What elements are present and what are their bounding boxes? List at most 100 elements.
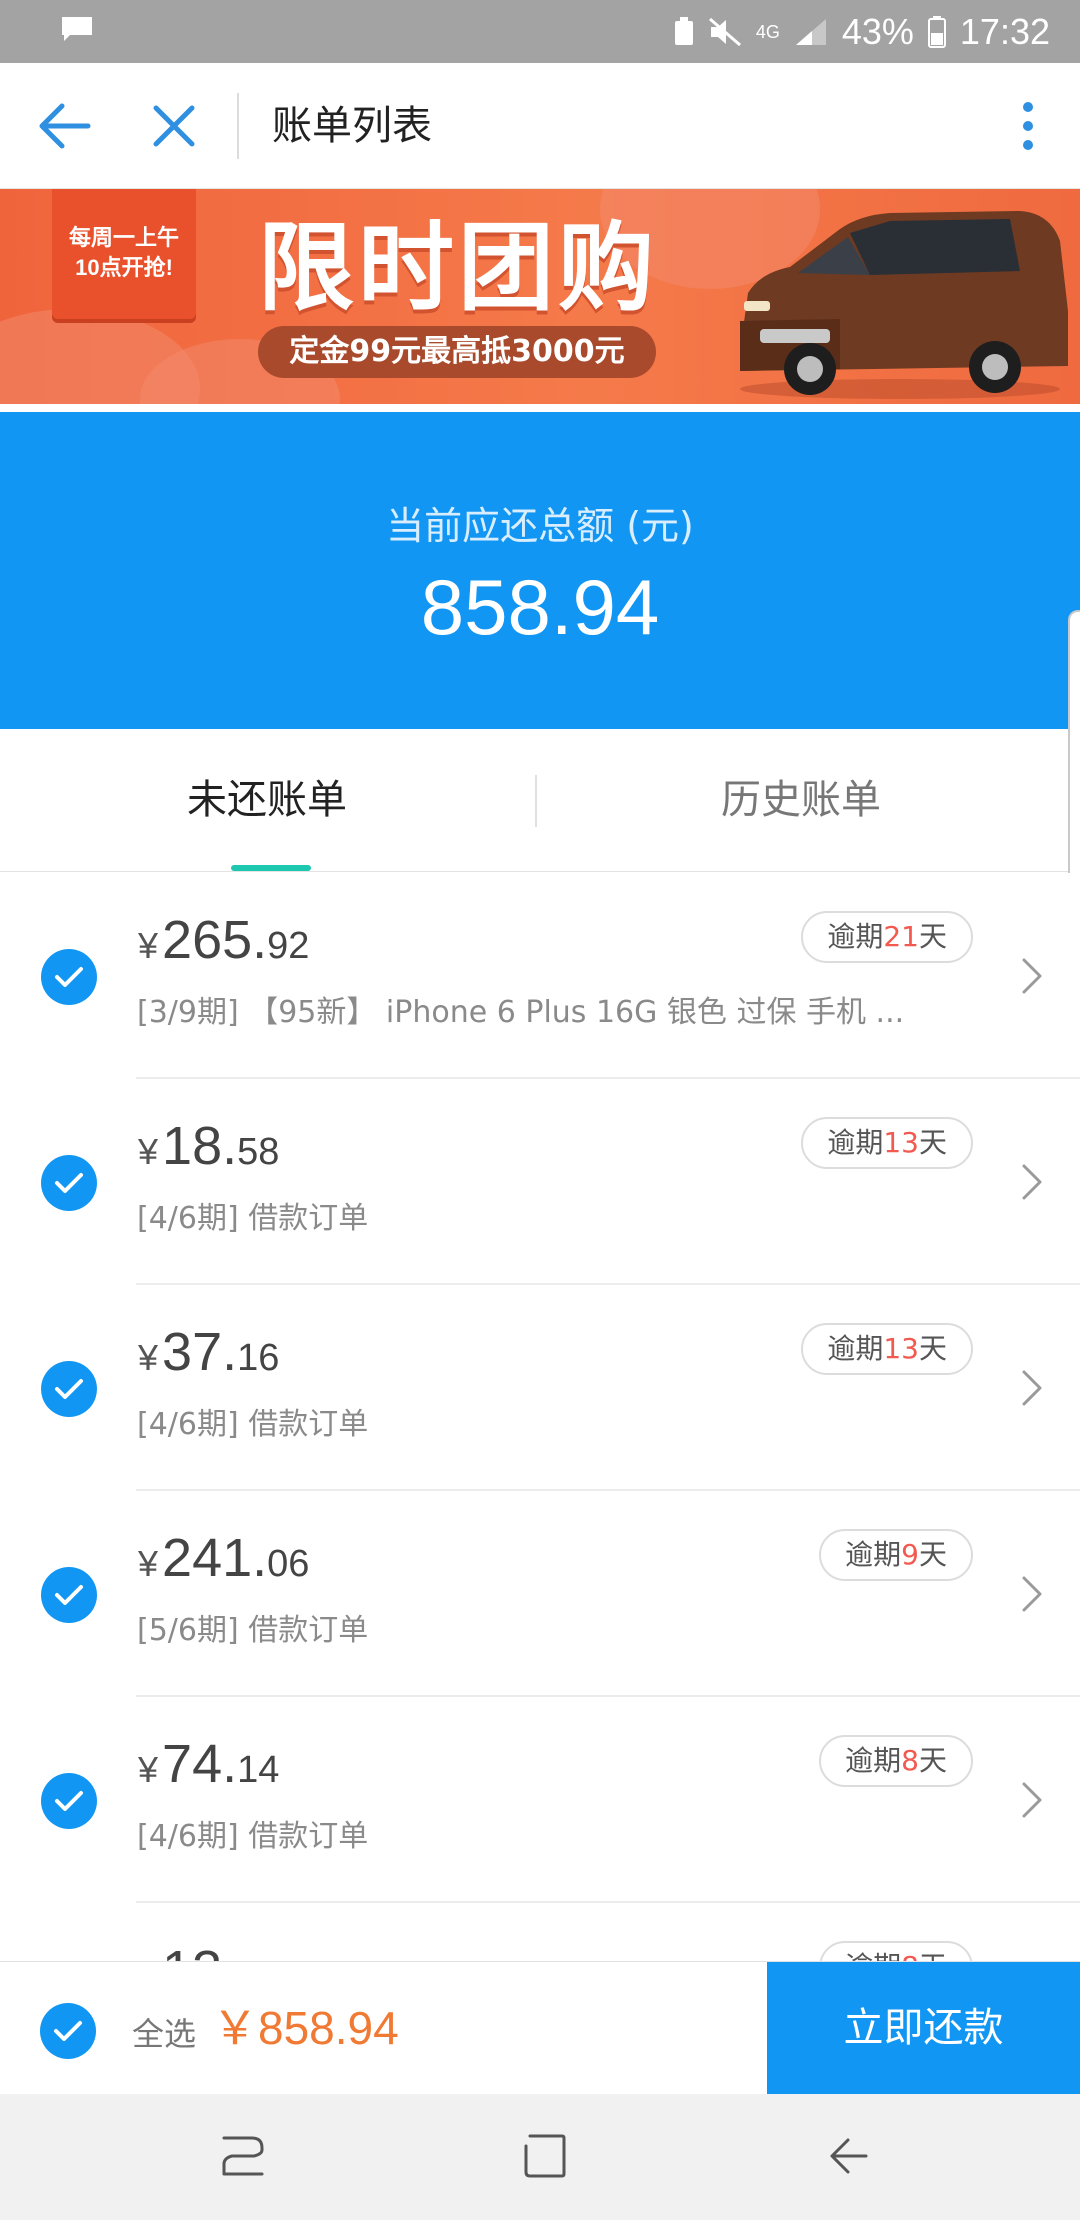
bill-amount: ¥74.14 xyxy=(138,1733,279,1795)
bill-description: [4/6期] 借款订单 xyxy=(137,1819,369,1854)
chevron-right-icon xyxy=(1022,1164,1042,1200)
bill-row[interactable]: ¥18.58 [4/6期] 借款订单 逾期13天 xyxy=(0,1079,1080,1285)
badge-suffix: 天 xyxy=(918,920,947,953)
battery-percent: 43% xyxy=(841,10,914,52)
bill-row[interactable]: ¥74.14 [4/6期] 借款订单 逾期8天 xyxy=(0,1697,1080,1903)
mute-icon xyxy=(708,17,741,46)
app-bar: 账单列表 xyxy=(0,63,1080,189)
badge-suffix: 天 xyxy=(918,1744,947,1777)
nav-back-icon[interactable] xyxy=(826,2132,872,2180)
back-arrow-icon[interactable] xyxy=(36,100,92,152)
chevron-right-icon xyxy=(1022,1782,1042,1818)
banner-tag: 每周一上午 10点开抢! xyxy=(52,189,196,319)
bill-amount: ¥13. xyxy=(138,1939,237,1961)
bill-row[interactable]: ¥241.06 [5/6期] 借款订单 逾期9天 xyxy=(0,1491,1080,1697)
banner-subtitle: 定金99元最高抵3000元 xyxy=(258,326,656,378)
amount-decimal: 16 xyxy=(237,1337,280,1379)
pay-now-button[interactable]: 立即还款 xyxy=(767,1962,1080,2095)
bill-amount: ¥241.06 xyxy=(138,1527,309,1589)
tab-history-bills[interactable]: 历史账单 xyxy=(534,729,1068,872)
amount-integer: 13. xyxy=(162,1940,237,1961)
bill-description: [3/9期] 【95新】 iPhone 6 Plus 16G 银色 过保 手机 … xyxy=(137,995,905,1030)
bill-row[interactable]: ¥265.92 [3/9期] 【95新】 iPhone 6 Plus 16G 银… xyxy=(0,873,1080,1079)
check-icon[interactable] xyxy=(41,1567,97,1623)
signal-icon xyxy=(795,18,826,45)
overdue-badge: 逾期21天 xyxy=(801,911,973,963)
check-icon[interactable] xyxy=(41,1773,97,1829)
bill-amount: ¥37.16 xyxy=(138,1321,279,1383)
select-all-check-icon[interactable] xyxy=(40,2003,96,2059)
amount-integer: 241. xyxy=(162,1528,268,1588)
status-icons: 4G 43% 17:32 xyxy=(674,0,1050,63)
badge-prefix: 逾期 xyxy=(845,1950,901,1961)
status-bar: 4G 43% 17:32 xyxy=(0,0,1080,63)
badge-days: 9 xyxy=(901,1538,919,1571)
bill-row[interactable]: ¥37.16 [4/6期] 借款订单 逾期13天 xyxy=(0,1285,1080,1491)
currency-symbol: ¥ xyxy=(138,1131,159,1172)
chevron-right-icon xyxy=(1022,1576,1042,1612)
badge-suffix: 天 xyxy=(918,1332,947,1365)
bill-list: ¥265.92 [3/9期] 【95新】 iPhone 6 Plus 16G 银… xyxy=(0,873,1080,1961)
amount-integer: 74. xyxy=(162,1734,238,1794)
badge-days: 8 xyxy=(901,1744,919,1777)
bill-amount: ¥18.58 xyxy=(138,1115,279,1177)
select-all-label[interactable]: 全选 xyxy=(132,2009,196,2055)
chevron-right-icon xyxy=(1022,1370,1042,1406)
battery-icon xyxy=(927,15,946,48)
chevron-right-icon xyxy=(1022,958,1042,994)
total-summary: 当前应还总额 (元) 858.94 xyxy=(0,412,1080,729)
currency-symbol: ¥ xyxy=(138,1749,159,1790)
tab-active-indicator xyxy=(231,865,311,871)
overdue-badge: 逾期13天 xyxy=(801,1323,973,1375)
recents-icon[interactable] xyxy=(220,2132,266,2180)
badge-days: 21 xyxy=(883,920,919,953)
badge-days: 13 xyxy=(883,1126,919,1159)
currency-symbol: ¥ xyxy=(138,1543,159,1584)
check-icon[interactable] xyxy=(41,949,97,1005)
selected-total: ￥858.94 xyxy=(212,2002,399,2054)
amount-decimal: 14 xyxy=(237,1749,280,1791)
amount-decimal: 58 xyxy=(237,1131,280,1173)
home-icon[interactable] xyxy=(522,2132,568,2180)
bill-amount: ¥265.92 xyxy=(138,909,309,971)
promo-banner[interactable]: 每周一上午 10点开抢! 限时团购 定金99元最高抵3000元 xyxy=(0,189,1080,404)
badge-days: 13 xyxy=(883,1332,919,1365)
overdue-badge: 逾期8天 xyxy=(819,1735,973,1787)
amount-integer: 18. xyxy=(162,1116,238,1176)
badge-prefix: 逾期 xyxy=(845,1538,902,1571)
total-label: 当前应还总额 (元) xyxy=(386,504,694,548)
banner-title: 限时团购 xyxy=(258,212,658,324)
payment-bar: 全选 ￥858.94 立即还款 xyxy=(0,1961,1080,2095)
banner-tag-line2: 10点开抢! xyxy=(75,255,173,280)
badge-prefix: 逾期 xyxy=(827,920,884,953)
bill-description: [5/6期] 借款订单 xyxy=(137,1613,369,1648)
check-icon[interactable] xyxy=(41,1155,97,1211)
amount-decimal: 06 xyxy=(267,1543,310,1585)
badge-prefix: 逾期 xyxy=(827,1332,884,1365)
network-type: 4G xyxy=(755,21,780,42)
badge-suffix: 天 xyxy=(918,1126,947,1159)
overdue-badge: 逾期13天 xyxy=(801,1117,973,1169)
app-bar-divider xyxy=(237,93,239,159)
recycle-notification-icon xyxy=(674,16,693,45)
car-image xyxy=(740,211,1068,399)
message-icon xyxy=(62,17,92,41)
total-amount: 858.94 xyxy=(420,563,660,651)
screen: 4G 43% 17:32 账单列表 每周一上午 10点开抢! 限时团购 定金99… xyxy=(0,0,1080,2220)
page-title: 账单列表 xyxy=(272,103,432,149)
close-icon[interactable] xyxy=(150,99,198,153)
banner-tag-line1: 每周一上午 xyxy=(68,225,179,250)
tab-unpaid-bills[interactable]: 未还账单 xyxy=(0,729,534,872)
amount-integer: 265. xyxy=(162,910,268,970)
badge-prefix: 逾期 xyxy=(827,1126,884,1159)
check-icon[interactable] xyxy=(41,1361,97,1417)
bill-row[interactable]: ¥13. 逾期8天 xyxy=(0,1903,1080,1961)
overdue-badge: 逾期8天 xyxy=(819,1941,973,1961)
currency-symbol: ¥ xyxy=(138,1337,159,1378)
more-vert-icon[interactable] xyxy=(1020,101,1036,151)
badge-days: 8 xyxy=(901,1950,919,1961)
bill-description: [4/6期] 借款订单 xyxy=(137,1201,369,1236)
overdue-badge: 逾期9天 xyxy=(819,1529,973,1581)
bill-tabs: 未还账单 历史账单 xyxy=(0,729,1068,872)
badge-suffix: 天 xyxy=(918,1538,947,1571)
